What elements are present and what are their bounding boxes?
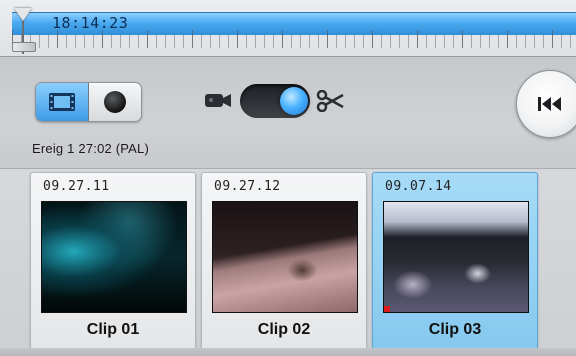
camera-icon (205, 94, 231, 107)
rewind-button[interactable] (516, 70, 576, 138)
clip-preview-image (383, 201, 529, 313)
clip-date: 09.27.12 (214, 179, 281, 194)
clip-date: 09.27.11 (43, 179, 110, 194)
clip-name: Clip 02 (257, 321, 311, 338)
clip-thumbnail-3[interactable]: 09.07.14 Clip 03 (372, 172, 538, 350)
clip-date: 09.07.14 (385, 179, 452, 194)
timeline-ruler[interactable]: 18:14:23 (0, 0, 576, 57)
video-mode-button[interactable] (36, 83, 89, 121)
timeline-major-ticks (12, 30, 576, 48)
clip-name: Clip 03 (428, 321, 482, 338)
capture-edit-toggle[interactable] (240, 84, 310, 118)
film-frame-icon (49, 93, 75, 111)
window-bottom-edge (0, 348, 576, 356)
playhead-base[interactable] (12, 42, 36, 52)
record-dot-icon (104, 91, 126, 113)
clip-thumbnail-1[interactable]: 09.27.11 Clip 01 (30, 172, 196, 350)
event-info-label: Ereig 1 27:02 (PAL) (32, 141, 150, 156)
toggle-knob[interactable] (280, 87, 308, 115)
record-mode-button[interactable] (89, 83, 141, 121)
clip-name: Clip 01 (86, 321, 140, 338)
clip-thumbnail-2[interactable]: 09.27.12 Clip 02 (201, 172, 367, 350)
video-editor-window: 18:14:23 Ereig 1 27:02 (PAL) 09.27.11 Cl… (0, 0, 576, 356)
playhead-handle[interactable] (14, 8, 32, 21)
clip-preview-image (212, 201, 358, 313)
rewind-to-start-icon (538, 97, 561, 111)
mode-segmented-control (35, 82, 142, 122)
clip-preview-image (41, 201, 187, 313)
clip-marker (384, 306, 390, 312)
scissors-icon (316, 90, 344, 112)
